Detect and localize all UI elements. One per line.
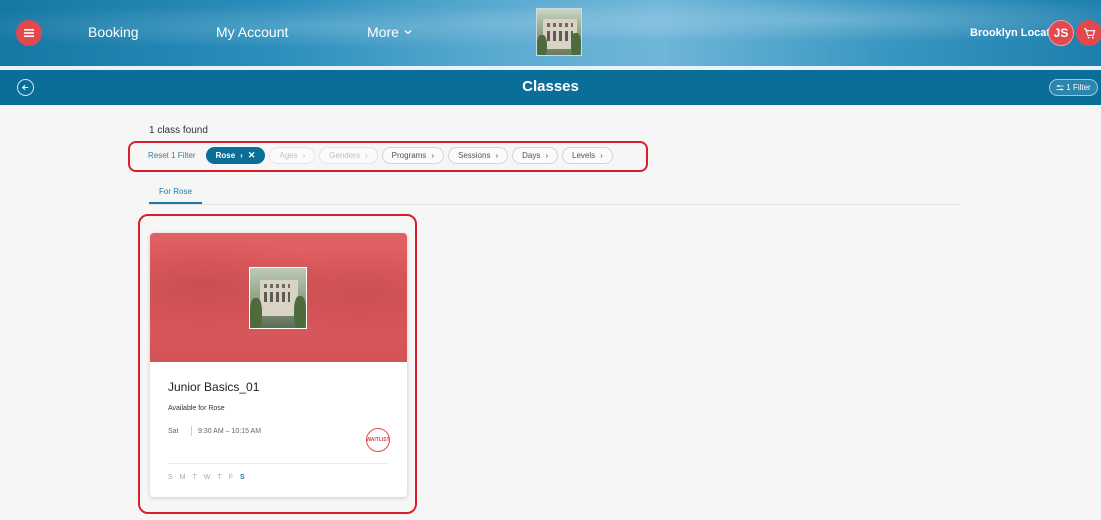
waitlist-badge[interactable]: WAITLIST (366, 428, 390, 452)
nav-more-label: More (367, 24, 399, 40)
class-day: Sat (168, 428, 179, 435)
chip-rose[interactable]: Rose › ✕ (205, 147, 266, 164)
menu-button[interactable] (16, 20, 42, 46)
nav-more[interactable]: More (367, 24, 413, 40)
chip-label: Levels (572, 151, 596, 160)
tabs-divider (149, 204, 959, 205)
chevron-right-icon: › (545, 151, 549, 160)
chip-levels[interactable]: Levels › (562, 147, 613, 164)
filter-chip-row: Reset 1 Filter Rose › ✕ Ages › Genders ›… (148, 147, 613, 164)
hamburger-icon (24, 29, 34, 37)
weekday-thu: T (217, 474, 222, 481)
chip-genders[interactable]: Genders › (319, 147, 378, 164)
tree-graphic-right (571, 33, 581, 55)
weekday-tue: T (192, 474, 197, 481)
location-logo[interactable] (536, 8, 582, 56)
filter-toggle-label: 1 Filter (1066, 83, 1091, 92)
class-location-photo (249, 267, 307, 329)
chip-label: Ages (279, 151, 298, 160)
class-time: 9:30 AM – 10:15 AM (198, 428, 262, 435)
chevron-right-icon: › (240, 151, 243, 160)
weekday-mon: M (179, 474, 186, 481)
chevron-right-icon: › (364, 151, 368, 160)
nav-booking[interactable]: Booking (88, 24, 139, 40)
filter-sliders-icon (1056, 84, 1064, 90)
cart-button[interactable] (1076, 20, 1101, 46)
filter-toggle-button[interactable]: 1 Filter (1049, 79, 1098, 96)
class-availability: Available for Rose (168, 405, 225, 412)
weekday-fri: F (228, 474, 233, 481)
weekday-wed: W (203, 474, 211, 481)
building-graphic (260, 280, 298, 316)
class-card-banner (150, 233, 407, 362)
chip-label: Sessions (457, 151, 491, 160)
cart-icon (1083, 27, 1095, 39)
chevron-right-icon: › (495, 151, 499, 160)
reset-filters-link[interactable]: Reset 1 Filter (148, 151, 196, 160)
weekday-sat: S (239, 474, 245, 481)
results-count: 1 class found (149, 125, 208, 136)
chip-label: Rose (215, 151, 236, 160)
chevron-down-icon (404, 30, 412, 35)
page-title: Classes (522, 78, 579, 95)
weekday-indicator: S M T W T F S (168, 474, 245, 481)
user-avatar[interactable]: JS (1048, 20, 1074, 46)
card-divider (168, 463, 389, 464)
day-time-separator (191, 426, 192, 436)
chip-sessions[interactable]: Sessions › (447, 147, 509, 164)
chip-label: Programs (391, 151, 427, 160)
chip-label: Days (522, 151, 541, 160)
chevron-right-icon: › (431, 151, 434, 160)
class-card[interactable]: Junior Basics_01 Available for Rose Sat … (150, 233, 407, 497)
page-header-bar: Classes 1 Filter (0, 70, 1101, 105)
tree-graphic-left (537, 35, 547, 55)
chip-programs[interactable]: Programs › (381, 147, 444, 164)
chip-days[interactable]: Days › (512, 147, 559, 164)
close-icon[interactable]: ✕ (248, 150, 256, 161)
nav-my-account[interactable]: My Account (216, 24, 288, 40)
tree-graphic-left (250, 298, 262, 328)
chevron-right-icon: › (600, 151, 603, 160)
chip-ages[interactable]: Ages › (269, 147, 316, 164)
tab-for-rose[interactable]: For Rose (159, 187, 192, 196)
weekday-sun: S (168, 474, 173, 481)
chevron-right-icon: › (302, 151, 306, 160)
class-title[interactable]: Junior Basics_01 (168, 380, 259, 394)
tree-graphic-right (294, 296, 306, 328)
chip-label: Genders (329, 151, 360, 160)
